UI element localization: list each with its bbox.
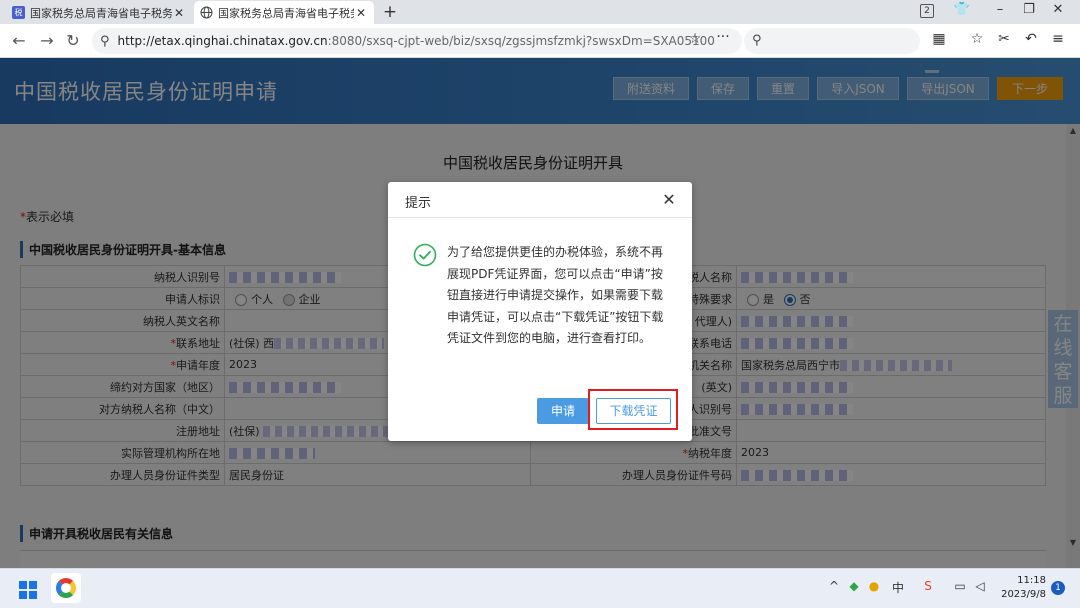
shield-icon[interactable]: ◆ (846, 579, 862, 593)
search-icon: ⚲ (100, 33, 110, 49)
undo-icon[interactable]: ↶ (1020, 31, 1042, 47)
dialog-title: 提示 (405, 196, 432, 211)
browser-app-icon[interactable] (51, 573, 81, 603)
menu-icon[interactable]: ≡ (1047, 31, 1069, 47)
highlight-annotation (588, 389, 678, 430)
url-host: http://etax.qinghai.chinatax.gov.cn (117, 34, 328, 48)
clock-date: 2023/9/8 (1001, 589, 1046, 600)
input-method-icon[interactable]: S (920, 579, 936, 593)
url-path: :8080/sxsq-cjpt-web/biz/sxsq/zgssjmsfzmk… (327, 34, 715, 48)
security-app-icon[interactable]: ● (866, 579, 882, 593)
close-window-icon[interactable]: ✕ (1046, 2, 1070, 17)
globe-icon (200, 6, 213, 19)
favorites-icon[interactable]: ☆ (966, 31, 988, 47)
browser-tab-1[interactable]: 税 国家税务总局青海省电子税务 ✕ (6, 1, 192, 24)
address-bar[interactable]: ⚲ http://etax.qinghai.chinatax.gov.cn:80… (92, 28, 742, 54)
shirt-icon[interactable]: 👕 (950, 2, 974, 17)
network-icon[interactable]: ▭ (952, 579, 968, 593)
dialog-header: 提示 ✕ (388, 182, 692, 218)
notification-badge[interactable]: 1 (1051, 581, 1065, 595)
tab-count-icon[interactable]: 2 (920, 4, 934, 18)
bookmark-star-icon[interactable]: ☆ (684, 31, 706, 47)
browser-tab-2[interactable]: 国家税务总局青海省电子税务 ✕ (194, 1, 374, 24)
tax-bureau-icon: 税 (12, 6, 25, 19)
forward-icon[interactable]: → (36, 30, 58, 52)
volume-icon[interactable]: ◁ (972, 579, 988, 593)
refresh-icon[interactable]: ↻ (62, 30, 84, 52)
tray-expand-icon[interactable]: ^ (826, 579, 842, 593)
tab-title: 国家税务总局青海省电子税务 (218, 6, 354, 20)
restore-icon[interactable]: ❐ (1017, 2, 1041, 17)
dialog-message: 为了给您提供更佳的办税体验，系统不再展现PDF凭证界面，您可以点击“申请”按钮直… (447, 245, 664, 345)
clock-time: 11:18 (1017, 575, 1046, 586)
tip-dialog: 提示 ✕ 为了给您提供更佳的办税体验，系统不再展现PDF凭证界面，您可以点击“申… (388, 182, 692, 441)
more-icon[interactable]: ··· (712, 29, 734, 45)
ime-icon[interactable]: 中 (890, 579, 906, 596)
tab-title: 国家税务总局青海省电子税务 (30, 6, 172, 20)
close-icon[interactable]: ✕ (660, 190, 678, 209)
apps-grid-icon[interactable]: ▦ (928, 31, 950, 47)
browser-nav-bar: ← → ↻ ⚲ http://etax.qinghai.chinatax.gov… (0, 24, 1080, 58)
apply-button[interactable]: 申请 (537, 398, 589, 424)
minimize-icon[interactable]: – (988, 2, 1012, 17)
new-tab-icon[interactable]: + (380, 2, 400, 22)
browser-tab-bar: 税 国家税务总局青海省电子税务 ✕ 国家税务总局青海省电子税务 ✕ + 2 👕 … (0, 0, 1080, 24)
windows-start-icon[interactable] (19, 581, 37, 599)
close-tab-icon[interactable]: ✕ (354, 6, 368, 20)
back-icon[interactable]: ← (8, 30, 30, 52)
close-tab-icon[interactable]: ✕ (172, 6, 186, 20)
success-check-icon (413, 243, 437, 267)
system-clock[interactable]: 11:18 2023/9/8 (1000, 574, 1046, 602)
scissors-icon[interactable]: ✂ (993, 31, 1015, 47)
search-icon: ⚲ (752, 33, 762, 48)
browser-search-box[interactable]: ⚲ (744, 28, 920, 54)
os-taskbar: ^ ◆ ● 中 S ▭ ◁ 11:18 2023/9/8 1 (0, 568, 1080, 608)
